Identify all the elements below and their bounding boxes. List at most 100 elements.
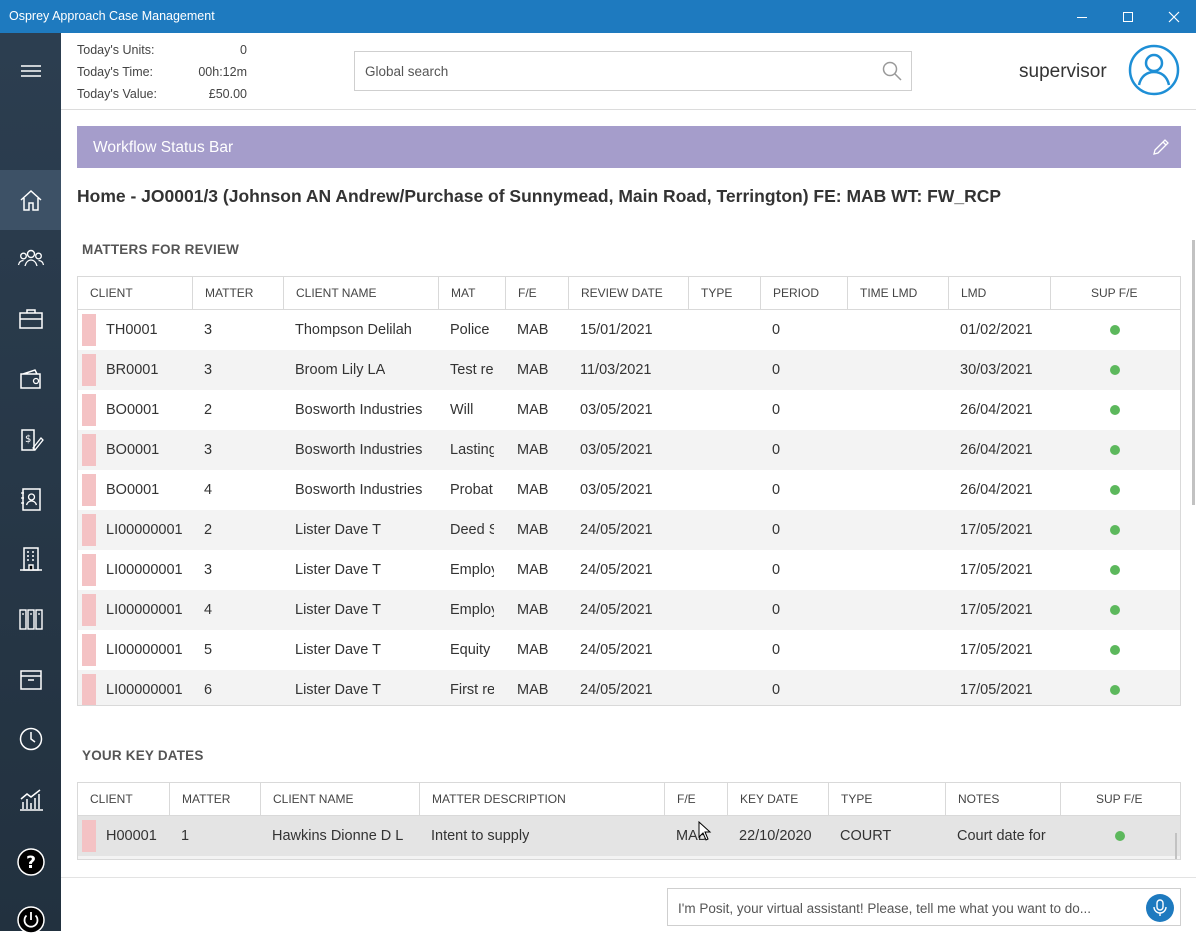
cell-matter: 3 bbox=[204, 322, 213, 338]
status-dot-icon bbox=[1110, 645, 1120, 655]
table-row[interactable]: TH0001 3 Thompson Delilah Police MAB 15/01/20… bbox=[78, 310, 1180, 350]
page-scrollbar[interactable] bbox=[1192, 240, 1195, 505]
breadcrumb: Home - JO0001/3 (Johnson AN Andrew/Purch… bbox=[77, 186, 1002, 206]
table-row[interactable]: BO0001 3 Bosworth Industries Lasting MAB 03/0… bbox=[78, 430, 1180, 470]
table-row[interactable]: BR0001 3 Broom Lily LA Test re MAB 11/03/2021… bbox=[78, 350, 1180, 390]
cell-period: 0 bbox=[772, 322, 781, 338]
sidebar-item-contacts[interactable] bbox=[0, 469, 61, 529]
col-sup-fe[interactable]: SUP F/E bbox=[1050, 277, 1180, 309]
sidebar-item-billing[interactable]: $ bbox=[0, 410, 61, 470]
row-flag bbox=[82, 820, 96, 852]
col-key-date[interactable]: KEY DATE bbox=[727, 783, 828, 815]
global-search bbox=[354, 51, 912, 91]
cell-fe: MAB bbox=[517, 642, 549, 658]
col-matter[interactable]: MATTER bbox=[192, 277, 283, 309]
col-notes[interactable]: NOTES bbox=[945, 783, 1060, 815]
cell-matter: 1 bbox=[181, 828, 190, 844]
table-row[interactable]: LI00000001 5 Lister Dave T Equity MAB 24/05/2… bbox=[78, 630, 1180, 670]
col-period[interactable]: PERIOD bbox=[760, 277, 847, 309]
row-flag bbox=[82, 514, 96, 546]
user-icon bbox=[1128, 44, 1180, 96]
col-type[interactable]: TYPE bbox=[828, 783, 945, 815]
col-fe[interactable]: F/E bbox=[664, 783, 727, 815]
col-mat[interactable]: MAT bbox=[438, 277, 505, 309]
people-icon bbox=[17, 249, 44, 267]
search-icon bbox=[882, 61, 902, 81]
table-row[interactable] bbox=[78, 856, 1180, 859]
cell-review-date: 24/05/2021 bbox=[580, 522, 653, 538]
close-button[interactable] bbox=[1151, 0, 1196, 33]
cell-client-name: Lister Dave T bbox=[295, 682, 381, 698]
edit-workflow-button[interactable] bbox=[1151, 137, 1171, 162]
sidebar-item-reports[interactable] bbox=[0, 769, 61, 829]
sidebar-item-offices[interactable] bbox=[0, 529, 61, 589]
keydates-grid: CLIENT MATTER CLIENT NAME MATTER DESCRIP… bbox=[77, 782, 1181, 860]
sidebar-item-home[interactable] bbox=[0, 170, 61, 230]
review-grid: CLIENT MATTER CLIENT NAME MAT F/E REVIEW… bbox=[77, 276, 1181, 706]
cell-key-date: 22/10/2020 bbox=[739, 828, 812, 844]
logout-button[interactable] bbox=[0, 890, 61, 950]
cell-client: TH0001 bbox=[106, 322, 158, 338]
sidebar-item-clients[interactable] bbox=[0, 229, 61, 289]
col-fe[interactable]: F/E bbox=[505, 277, 568, 309]
col-client-name[interactable]: CLIENT NAME bbox=[283, 277, 438, 309]
col-review-date[interactable]: REVIEW DATE bbox=[568, 277, 688, 309]
svg-text:?: ? bbox=[26, 853, 36, 873]
col-matter[interactable]: MATTER bbox=[169, 783, 260, 815]
menu-button[interactable] bbox=[0, 41, 61, 101]
cell-mat: Will bbox=[450, 402, 474, 418]
avatar[interactable] bbox=[1128, 44, 1180, 101]
row-flag bbox=[82, 434, 96, 466]
table-row[interactable]: LI00000001 3 Lister Dave T Employ MAB 24/05/2… bbox=[78, 550, 1180, 590]
status-dot-icon bbox=[1110, 445, 1120, 455]
status-dot-icon bbox=[1115, 831, 1125, 841]
col-matter-description[interactable]: MATTER DESCRIPTION bbox=[419, 783, 664, 815]
maximize-icon bbox=[1123, 11, 1133, 22]
cell-review-date: 24/05/2021 bbox=[580, 562, 653, 578]
cell-client-name: Bosworth Industries bbox=[295, 402, 423, 418]
cell-client-name: Lister Dave T bbox=[295, 642, 381, 658]
assistant-bar bbox=[61, 877, 1196, 931]
voice-button[interactable] bbox=[1146, 894, 1174, 922]
table-row[interactable]: BO0001 2 Bosworth Industries Will MAB 03/05/2… bbox=[78, 390, 1180, 430]
search-input[interactable] bbox=[365, 61, 865, 81]
col-client[interactable]: CLIENT bbox=[78, 277, 192, 309]
col-client-name[interactable]: CLIENT NAME bbox=[260, 783, 419, 815]
minimize-button[interactable] bbox=[1059, 0, 1105, 33]
sidebar-item-archive[interactable] bbox=[0, 589, 61, 649]
table-row[interactable]: H00001 1 Hawkins Dionne D L Intent to suppl… bbox=[78, 816, 1180, 856]
cell-matter-description: Intent to supply bbox=[431, 828, 530, 844]
status-dot-icon bbox=[1110, 565, 1120, 575]
cell-lmd: 17/05/2021 bbox=[960, 682, 1033, 698]
sidebar-item-matters[interactable] bbox=[0, 289, 61, 349]
table-row[interactable]: BO0001 4 Bosworth Industries Probat MAB 03/05… bbox=[78, 470, 1180, 510]
keydates-scrollbar[interactable] bbox=[1175, 833, 1177, 859]
cell-client-name: Lister Dave T bbox=[295, 602, 381, 618]
cell-period: 0 bbox=[772, 482, 781, 498]
help-button[interactable]: ? bbox=[0, 832, 61, 892]
col-sup-fe[interactable]: SUP F/E bbox=[1060, 783, 1180, 815]
table-row[interactable]: LI00000001 2 Lister Dave T Deed S MAB 24/05/2… bbox=[78, 510, 1180, 550]
table-row[interactable]: LI00000001 6 Lister Dave T First re MAB 24/05… bbox=[78, 670, 1180, 705]
cell-matter: 2 bbox=[204, 522, 213, 538]
cell-fe: MAB bbox=[517, 402, 549, 418]
search-button[interactable] bbox=[881, 60, 903, 87]
status-dot-icon bbox=[1110, 405, 1120, 415]
col-type[interactable]: TYPE bbox=[688, 277, 760, 309]
row-flag bbox=[82, 354, 96, 386]
cell-mat: Employ bbox=[450, 562, 494, 578]
row-flag bbox=[82, 314, 96, 346]
sidebar-item-accounts[interactable] bbox=[0, 349, 61, 409]
col-client[interactable]: CLIENT bbox=[78, 783, 169, 815]
sidebar-item-time[interactable] bbox=[0, 709, 61, 769]
table-row[interactable]: LI00000001 4 Lister Dave T Employ MAB 24/05/2… bbox=[78, 590, 1180, 630]
sidebar-item-storage[interactable] bbox=[0, 649, 61, 709]
col-time-lmd[interactable]: TIME LMD bbox=[847, 277, 948, 309]
chart-icon bbox=[19, 789, 43, 811]
cell-type: COURT bbox=[840, 828, 892, 844]
maximize-button[interactable] bbox=[1105, 0, 1151, 33]
col-lmd[interactable]: LMD bbox=[948, 277, 1050, 309]
assistant-input[interactable] bbox=[678, 898, 1138, 918]
cell-fe: MAB bbox=[517, 682, 549, 698]
cell-fe: MAB bbox=[517, 442, 549, 458]
